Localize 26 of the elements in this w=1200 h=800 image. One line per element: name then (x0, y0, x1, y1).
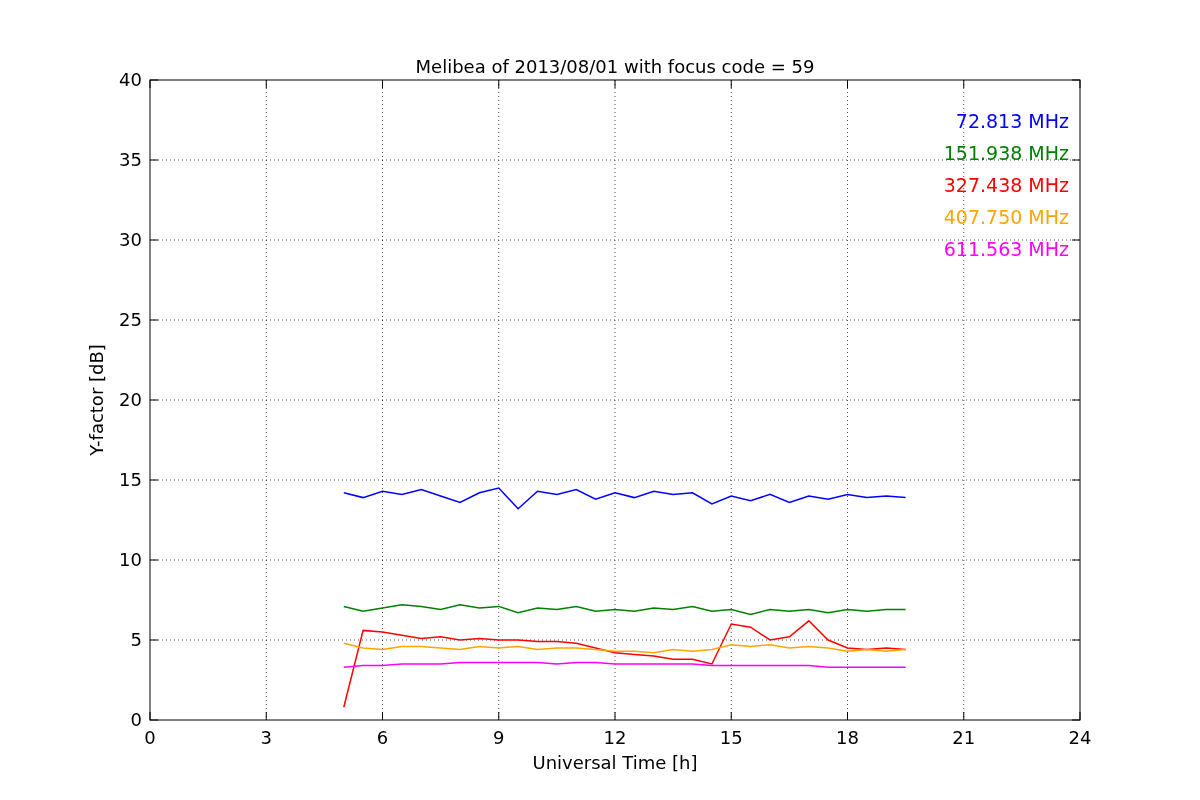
chart-title: Melibea of 2013/08/01 with focus code = 59 (415, 56, 815, 77)
legend-label: 151.938 MHz (943, 142, 1069, 164)
tick-label: 21 (952, 727, 976, 748)
y-axis-label: Y-factor [dB] (86, 344, 107, 456)
x-axis-label: Universal Time [h] (532, 752, 698, 773)
tick-label: 35 (119, 149, 142, 170)
tick-label: 40 (119, 69, 142, 90)
tick-label: 30 (119, 229, 142, 250)
legend-label: 327.438 MHz (943, 174, 1069, 196)
tick-label: 12 (603, 727, 627, 748)
tick-label: 20 (119, 389, 142, 410)
tick-label: 24 (1068, 727, 1092, 748)
tick-label: 0 (130, 709, 142, 730)
tick-label: 25 (119, 309, 142, 330)
tick-label: 15 (719, 727, 743, 748)
legend-label: 407.750 MHz (943, 206, 1069, 228)
tick-label: 5 (130, 629, 142, 650)
tick-label: 18 (836, 727, 859, 748)
tick-label: 6 (376, 727, 389, 748)
tick-label: 0 (144, 727, 156, 748)
tick-label: 10 (119, 549, 142, 570)
tick-label: 3 (260, 727, 272, 748)
tick-label: 15 (119, 469, 142, 490)
legend-label: 611.563 MHz (943, 238, 1069, 260)
tick-label: 9 (493, 727, 505, 748)
legend-label: 72.813 MHz (955, 110, 1069, 132)
